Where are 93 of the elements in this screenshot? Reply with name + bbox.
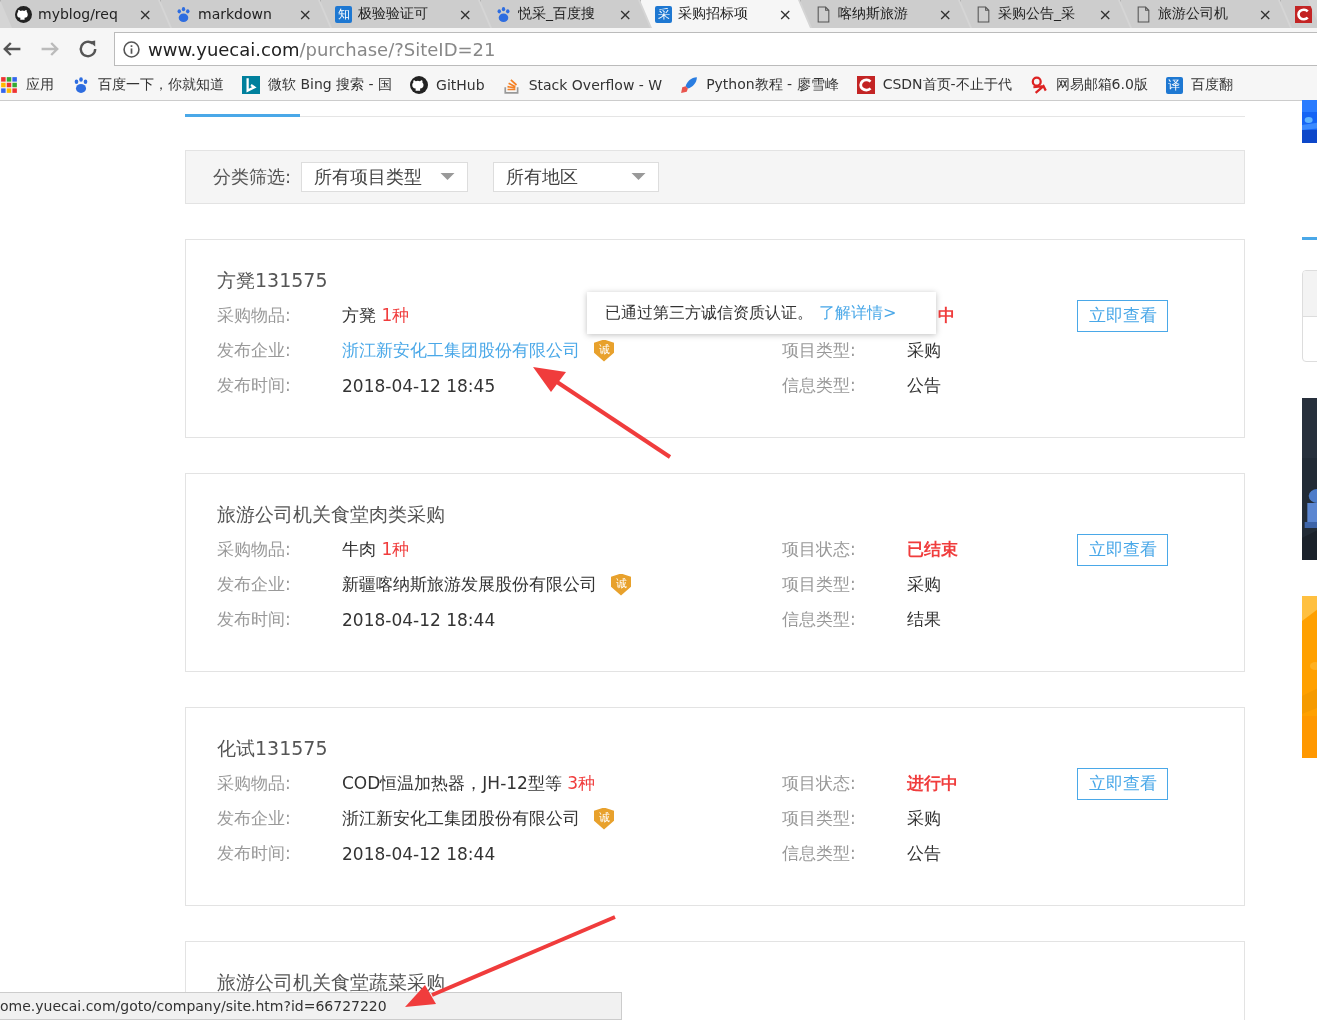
field-label: 采购物品: [217,304,291,327]
page-icon [975,5,992,23]
info-icon [123,40,140,58]
bookmark[interactable]: CSDN首页-不止于代 [856,76,1012,94]
bookmark[interactable]: 网易邮箱6.0版 [1029,76,1148,94]
field-value: 结果 [907,608,941,631]
browser-tab[interactable]: 喀纳斯旅游 × [800,0,970,28]
field-label: 项目类型: [782,573,856,596]
field-label: 项目类型: [782,339,856,362]
bing-icon [242,76,260,94]
close-icon[interactable]: × [618,4,632,24]
stack-icon [502,76,521,94]
dropdown[interactable]: 所有地区 [493,162,660,192]
page-icon [815,5,832,23]
close-icon[interactable]: × [778,4,792,24]
field-label: 信息类型: [782,842,856,865]
csdn-icon [856,76,875,94]
field-value: 2018-04-12 18:45 [342,375,496,396]
tooltip-text: 已通过第三方诚信资质认证。 [605,302,813,324]
project-title[interactable]: 方凳131575 [217,266,328,294]
close-icon[interactable]: × [1258,4,1272,24]
field-label: 发布企业: [217,339,291,362]
status-bar: ome.yuecai.com/goto/company/site.htm?id=66727220 [0,992,622,1020]
mail-logo-icon [1029,76,1048,94]
caret-icon [631,173,647,181]
field-label: 信息类型: [782,608,856,631]
field-label: 采购物品: [217,772,291,795]
shield-icon: 诚 [594,339,614,362]
status-value: 进行中 [907,772,958,795]
bookmark[interactable]: Python教程 - 廖雪峰 [680,76,839,94]
field-label: 发布时间: [217,374,291,397]
bookmark[interactable]: 微软 Bing 搜索 - 国 [242,76,393,94]
caret-icon [440,173,456,181]
field-label: 采购物品: [217,538,291,561]
apps-icon [0,76,18,94]
field-value: 采购 [907,339,941,362]
field-value: 方凳 1种 [342,304,410,327]
address-field[interactable]: www.yuecai.com/purchase/?SiteID=21 [114,32,1317,66]
company-link[interactable]: 新疆喀纳斯旅游发展股份有限公司 [342,573,597,596]
field-value: 公告 [907,842,941,865]
field-label: 发布企业: [217,573,291,596]
bookmark[interactable]: Stack Overflow - W [502,76,663,94]
shield-icon: 诚 [594,807,614,830]
bookmark[interactable]: GitHub [410,76,485,94]
close-icon[interactable]: × [458,4,472,24]
github-icon [410,76,429,94]
field-label: 信息类型: [782,374,856,397]
bookmark[interactable]: 译 百度翻 [1165,76,1233,94]
field-label: 发布时间: [217,608,291,631]
status-value: 中 [938,304,955,327]
browser-tab[interactable]: 悦采_百度搜 × [480,0,650,28]
field-label: 项目状态: [782,538,856,561]
project-title[interactable]: 旅游公司机关食堂肉类采购 [217,500,445,528]
browser-tab[interactable]: 旅游公司机 × [1120,0,1290,28]
field-value: 牛肉 1种 [342,538,410,561]
field-value: 2018-04-12 18:44 [342,609,496,630]
project-title[interactable]: 化试131575 [217,734,328,762]
browser-tab[interactable]: markdown × [160,0,330,28]
close-icon[interactable]: × [298,4,312,24]
csdn-icon [1295,5,1312,23]
github-icon [15,5,32,23]
field-label: 发布时间: [217,842,291,865]
field-value: 采购 [907,807,941,830]
field-label: 项目状态: [782,772,856,795]
site-icon: 知 [335,5,352,23]
page-icon [1135,5,1152,23]
site-icon: 采 [655,5,672,23]
dropdown[interactable]: 所有项目类型 [301,162,469,192]
browser-tab[interactable] [1280,0,1317,28]
field-value: COD恒温加热器，JH-12型等 3种 [342,772,596,795]
rocket-icon [680,76,699,94]
status-value: 已结束 [907,538,958,561]
field-label: 发布企业: [217,807,291,830]
browser-tab[interactable]: 知 极验验证可 × [320,0,490,28]
field-label: 项目类型: [782,807,856,830]
field-value: 2018-04-12 18:44 [342,843,496,864]
browser-tab[interactable]: 采购公告_采 × [960,0,1130,28]
shield-icon: 诚 [611,573,631,596]
paw-icon [175,5,192,23]
filter-label: 分类筛选: [213,165,292,189]
close-icon[interactable]: × [1098,4,1112,24]
bookmark[interactable]: 应用 [0,76,54,94]
close-icon[interactable]: × [138,4,152,24]
company-link[interactable]: 浙江新安化工集团股份有限公司 [342,807,580,830]
paw-icon [495,5,512,23]
paw-icon [72,76,90,94]
browser-tab[interactable]: 采 采购招标项 × [640,0,810,28]
close-icon[interactable]: × [938,4,952,24]
field-value: 公告 [907,374,941,397]
bookmark[interactable]: 百度一下，你就知道 [72,76,224,94]
browser-tab[interactable]: myblog/req × [0,0,170,28]
field-value: 采购 [907,573,941,596]
translate-icon: 译 [1165,76,1183,94]
